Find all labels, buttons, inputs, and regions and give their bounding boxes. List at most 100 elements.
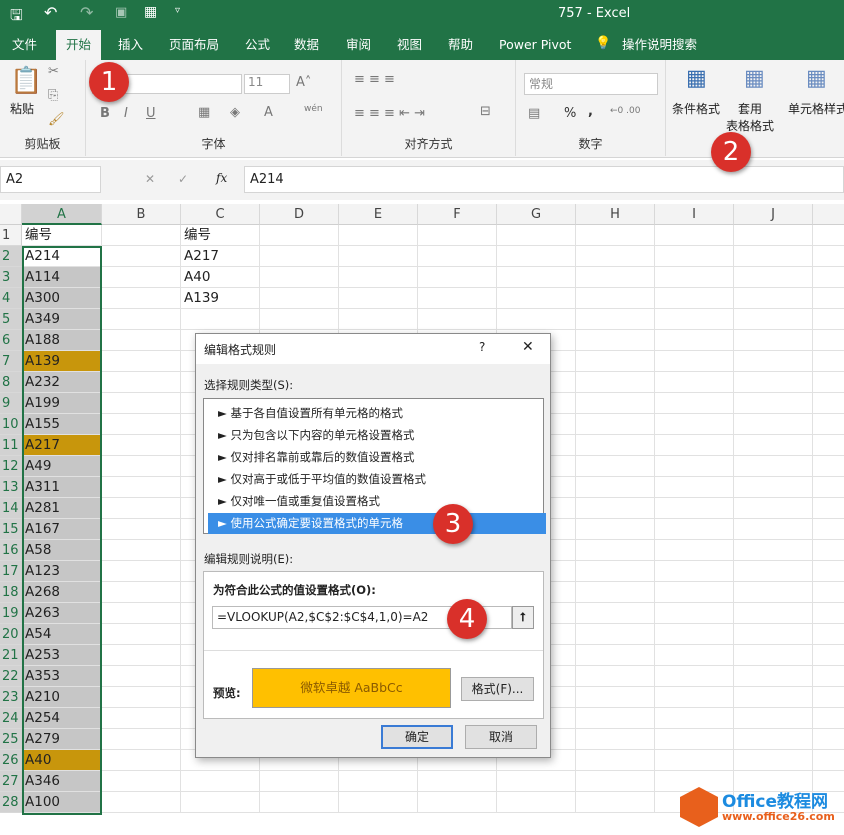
cell[interactable] [102, 267, 181, 288]
cell[interactable] [497, 246, 576, 267]
cell[interactable] [576, 708, 655, 729]
decimal-icons[interactable]: ←0 .00 [610, 106, 640, 116]
cell[interactable] [655, 456, 734, 477]
cell[interactable] [734, 645, 813, 666]
cell[interactable] [655, 372, 734, 393]
row-header[interactable]: 16 [0, 540, 22, 561]
format-painter-icon[interactable]: 🖌 [48, 112, 65, 127]
column-header-h[interactable]: H [576, 204, 655, 225]
cell[interactable] [576, 750, 655, 771]
cell-a8[interactable]: A232 [22, 372, 102, 393]
column-header-a[interactable]: A [22, 204, 102, 225]
cell[interactable] [339, 309, 418, 330]
redo-icon[interactable]: ↷ [80, 3, 93, 22]
cell[interactable] [102, 540, 181, 561]
row-header[interactable]: 19 [0, 603, 22, 624]
cell[interactable] [655, 519, 734, 540]
column-header-d[interactable]: D [260, 204, 339, 225]
align-top-icon[interactable]: ≡ ≡ ≡ [354, 72, 395, 87]
rule-type-item[interactable]: ► 仅对排名靠前或靠后的数值设置格式 [208, 447, 546, 468]
format-button[interactable]: 格式(F)... [461, 677, 534, 701]
cell[interactable] [260, 771, 339, 792]
cell[interactable] [576, 372, 655, 393]
cell[interactable] [813, 624, 844, 645]
cell[interactable] [339, 246, 418, 267]
cell[interactable] [734, 330, 813, 351]
rule-type-item[interactable]: ► 仅对高于或低于平均值的数值设置格式 [208, 469, 546, 490]
save-icon[interactable]: 🖫 [10, 5, 23, 30]
cell[interactable] [734, 435, 813, 456]
cell[interactable] [576, 729, 655, 750]
row-header[interactable]: 2 [0, 246, 22, 267]
cell[interactable] [339, 792, 418, 813]
cell[interactable] [734, 393, 813, 414]
number-format-select[interactable]: 常规 [524, 73, 658, 95]
cell[interactable] [102, 561, 181, 582]
cell-a6[interactable]: A188 [22, 330, 102, 351]
cell-styles-button[interactable]: 单元格样式 [788, 100, 844, 117]
cell[interactable] [102, 330, 181, 351]
cell[interactable] [813, 414, 844, 435]
cell[interactable] [813, 540, 844, 561]
row-header[interactable]: 7 [0, 351, 22, 372]
cell[interactable] [813, 435, 844, 456]
cell[interactable] [734, 582, 813, 603]
cell[interactable] [813, 498, 844, 519]
cell[interactable] [734, 267, 813, 288]
column-header-b[interactable]: B [102, 204, 181, 225]
cell[interactable] [576, 351, 655, 372]
cell[interactable] [655, 624, 734, 645]
tell-me-search[interactable]: 操作说明搜索 [612, 30, 707, 60]
row-header[interactable]: 21 [0, 645, 22, 666]
cell-a16[interactable]: A58 [22, 540, 102, 561]
cell[interactable] [260, 792, 339, 813]
cell[interactable] [102, 603, 181, 624]
cell[interactable] [813, 393, 844, 414]
cell[interactable] [734, 519, 813, 540]
cell[interactable] [576, 645, 655, 666]
cell-a21[interactable]: A253 [22, 645, 102, 666]
cell-a2[interactable]: A214 [22, 246, 102, 267]
column-header-c[interactable]: C [181, 204, 260, 225]
cell-a17[interactable]: A123 [22, 561, 102, 582]
row-header[interactable]: 22 [0, 666, 22, 687]
enter-icon[interactable]: ✓ [178, 172, 188, 186]
cell-a4[interactable]: A300 [22, 288, 102, 309]
undo-icon[interactable]: ↶ [44, 3, 57, 22]
cell[interactable] [655, 603, 734, 624]
cell-a22[interactable]: A353 [22, 666, 102, 687]
row-header[interactable]: 27 [0, 771, 22, 792]
rule-type-item[interactable]: ► 使用公式确定要设置格式的单元格 [208, 513, 546, 534]
cell[interactable] [576, 267, 655, 288]
font-color-icon[interactable]: A [264, 105, 273, 120]
cell[interactable] [734, 540, 813, 561]
paste-button[interactable]: 粘贴 [10, 100, 34, 117]
cell[interactable] [655, 393, 734, 414]
cut-icon[interactable]: ✂ [48, 64, 59, 79]
cell[interactable] [655, 561, 734, 582]
font-size-select[interactable]: 11 [244, 74, 290, 94]
cell[interactable] [734, 477, 813, 498]
cell[interactable] [576, 582, 655, 603]
cell[interactable] [655, 708, 734, 729]
cell-a18[interactable]: A268 [22, 582, 102, 603]
copy-icon[interactable]: ⎘ [48, 88, 58, 103]
cell[interactable] [734, 351, 813, 372]
italic-button[interactable]: I [124, 106, 128, 121]
cell[interactable] [813, 687, 844, 708]
cell[interactable] [260, 225, 339, 246]
cell[interactable] [734, 624, 813, 645]
cell[interactable] [260, 267, 339, 288]
column-header[interactable] [813, 204, 844, 225]
row-header[interactable]: 15 [0, 519, 22, 540]
tab-power-pivot[interactable]: Power Pivot [489, 30, 581, 60]
cell-a23[interactable]: A210 [22, 687, 102, 708]
cell[interactable] [576, 603, 655, 624]
cell[interactable] [813, 309, 844, 330]
cell-a9[interactable]: A199 [22, 393, 102, 414]
cell[interactable] [655, 729, 734, 750]
row-header[interactable]: 25 [0, 729, 22, 750]
accounting-icon[interactable]: ▤ [528, 106, 540, 121]
cell[interactable] [102, 246, 181, 267]
rule-type-item[interactable]: ► 仅对唯一值或重复值设置格式 [208, 491, 546, 512]
